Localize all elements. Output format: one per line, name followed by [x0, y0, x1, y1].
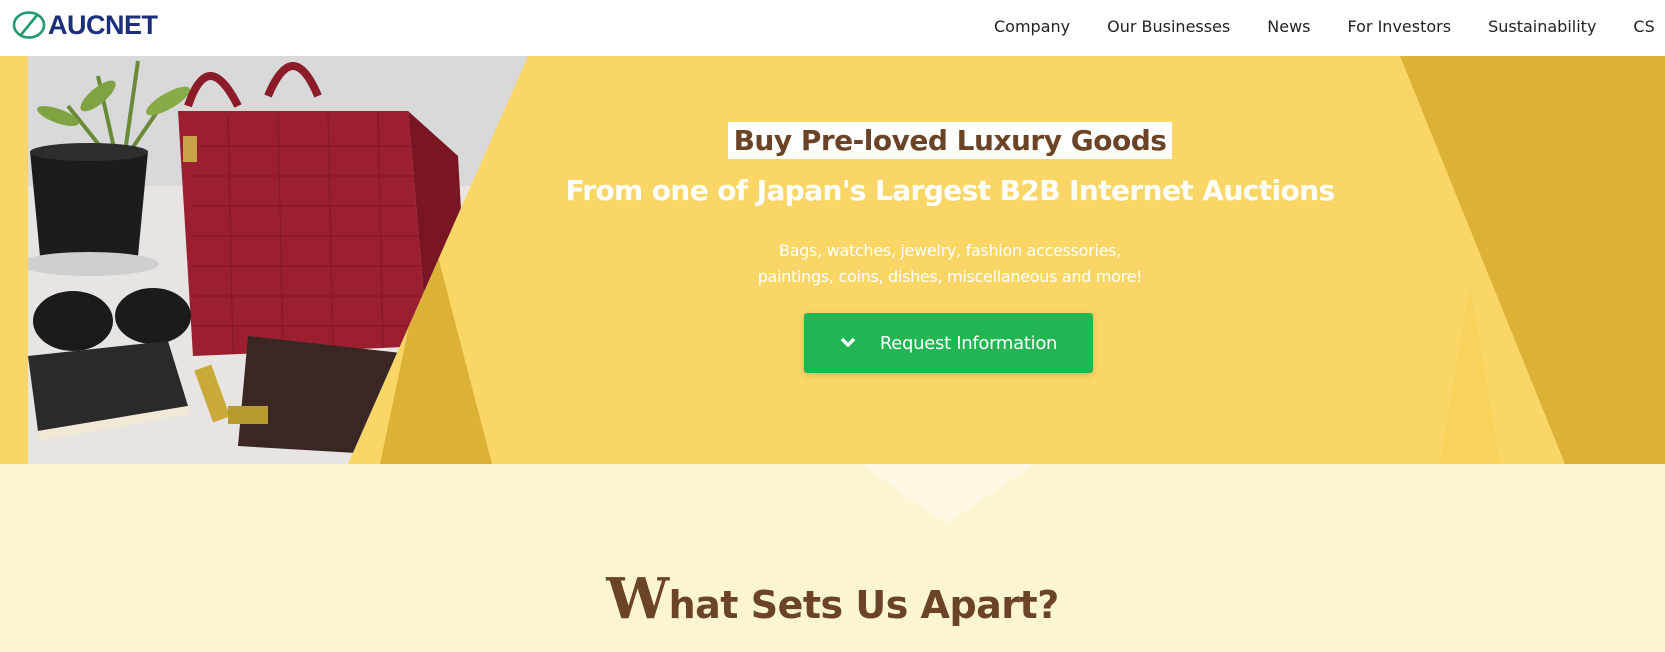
- section-title-initial: W: [606, 566, 669, 632]
- section-pointer-triangle: [860, 464, 1034, 524]
- hero-subtext-line2: paintings, coins, dishes, miscellaneous …: [757, 267, 1143, 286]
- request-information-button[interactable]: Request Information: [804, 313, 1093, 373]
- nav-sustainability[interactable]: Sustainability: [1488, 17, 1596, 36]
- hero-subtext-line1: Bags, watches, jewelry, fashion accessor…: [779, 241, 1121, 260]
- hero-headline: From one of Japan's Largest B2B Internet…: [565, 174, 1335, 207]
- main-nav: Company Our Businesses News For Investor…: [994, 0, 1665, 52]
- chevron-down-icon: [840, 337, 856, 349]
- nav-for-investors[interactable]: For Investors: [1348, 17, 1452, 36]
- section-title-rest: hat Sets Us Apart?: [668, 583, 1060, 627]
- nav-company[interactable]: Company: [994, 17, 1070, 36]
- aucnet-logo[interactable]: AUCNET: [11, 7, 158, 43]
- nav-our-businesses[interactable]: Our Businesses: [1107, 17, 1230, 36]
- aucnet-logo-mark-icon: [12, 11, 46, 39]
- site-header: AUCNET Company Our Businesses News For I…: [0, 0, 1665, 56]
- hero-subtext: Bags, watches, jewelry, fashion accessor…: [540, 238, 1360, 290]
- hero-content: Buy Pre-loved Luxury Goods From one of J…: [540, 56, 1360, 464]
- hero-tagline: Buy Pre-loved Luxury Goods: [727, 122, 1173, 159]
- hero-banner: Buy Pre-loved Luxury Goods From one of J…: [0, 56, 1665, 464]
- request-information-label: Request Information: [879, 332, 1058, 354]
- nav-news[interactable]: News: [1267, 17, 1310, 36]
- logo-text: AUCNET: [48, 9, 158, 40]
- section-title: What Sets Us Apart?: [0, 566, 1665, 632]
- nav-cs[interactable]: CS: [1633, 17, 1654, 36]
- tagline-wrap: Buy Pre-loved Luxury Goods: [540, 122, 1360, 159]
